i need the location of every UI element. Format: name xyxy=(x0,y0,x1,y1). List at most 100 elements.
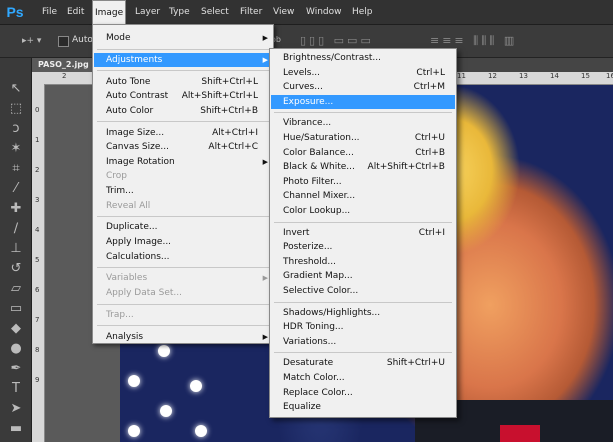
clone-stamp-icon[interactable]: ⊥ xyxy=(6,240,26,258)
healing-brush-icon[interactable]: ✚ xyxy=(6,200,26,218)
menu-separator xyxy=(274,352,452,354)
menu-image[interactable]: Image xyxy=(92,0,127,24)
type-icon[interactable]: T xyxy=(6,380,26,398)
menu-item-variables: Variables ▶ xyxy=(94,271,272,285)
menu-item-mode[interactable]: Mode ▶ xyxy=(94,31,272,45)
menu-item-vibrance[interactable]: Vibrance... xyxy=(271,116,455,130)
submenu-arrow-icon: ▶ xyxy=(262,55,268,64)
menu-item-label: Levels... xyxy=(283,67,321,78)
ruler-tick: 1 xyxy=(35,136,40,144)
history-brush-icon[interactable]: ↺ xyxy=(6,260,26,278)
ruler-tick: 16 xyxy=(606,72,613,80)
path-selection-icon[interactable]: ➤ xyxy=(6,400,26,418)
submenu-arrow-icon: ▶ xyxy=(262,274,268,283)
menu-item-black-white[interactable]: Black & White... Alt+Shift+Ctrl+B xyxy=(271,160,455,174)
marquee-icon[interactable]: ⬚ xyxy=(6,100,26,118)
menu-type[interactable]: Type xyxy=(167,0,192,24)
menu-item-label: Shadows/Highlights... xyxy=(283,307,381,318)
menu-item-label: Variables xyxy=(106,273,148,284)
document-tab[interactable]: PASO_2.jpg xyxy=(32,58,95,72)
auto-select-checkbox[interactable] xyxy=(58,36,69,47)
menu-item-label: Photo Filter... xyxy=(283,176,342,187)
menu-separator xyxy=(97,267,269,269)
menu-item-shortcut: Ctrl+U xyxy=(414,133,445,143)
menu-item-label: Channel Mixer... xyxy=(283,191,356,202)
align-icons[interactable]: ▯▯▯ ▭▭▭ xyxy=(300,34,374,47)
menu-item-label: Auto Contrast xyxy=(106,91,169,102)
move-icon[interactable]: ↖ xyxy=(6,80,26,98)
brush-icon[interactable]: ∕ xyxy=(6,220,26,238)
menu-item-variations[interactable]: Variations... xyxy=(271,335,455,349)
menu-item-apply-image[interactable]: Apply Image... xyxy=(94,235,272,249)
menu-view[interactable]: View xyxy=(271,0,296,24)
menu-item-color-balance[interactable]: Color Balance... Ctrl+B xyxy=(271,146,455,160)
menu-item-adjustments[interactable]: Adjustments ▶ xyxy=(94,52,272,67)
menu-item-equalize[interactable]: Equalize xyxy=(271,400,455,414)
menu-item-label: Calculations... xyxy=(106,251,170,262)
photoshop-logo[interactable]: Ps xyxy=(4,3,26,21)
gradient-icon[interactable]: ▭ xyxy=(6,300,26,318)
magic-wand-icon[interactable]: ✶ xyxy=(6,140,26,158)
menu-item-auto-contrast[interactable]: Auto Contrast Alt+Shift+Ctrl+L xyxy=(94,89,272,103)
menu-item-shadows-highlights[interactable]: Shadows/Highlights... xyxy=(271,306,455,320)
menu-item-exposure[interactable]: Exposure... xyxy=(271,94,455,109)
menu-help[interactable]: Help xyxy=(350,0,375,24)
menu-item-label: Color Balance... xyxy=(283,147,354,158)
menu-item-match-color[interactable]: Match Color... xyxy=(271,371,455,385)
blur-icon[interactable]: ◆ xyxy=(6,320,26,338)
eraser-icon[interactable]: ▱ xyxy=(6,280,26,298)
ruler-tick: 6 xyxy=(35,286,40,294)
menu-item-desaturate[interactable]: Desaturate Shift+Ctrl+U xyxy=(271,356,455,370)
menu-separator xyxy=(97,121,269,123)
pen-icon[interactable]: ✒ xyxy=(6,360,26,378)
submenu-arrow-icon: ▶ xyxy=(262,157,268,166)
menu-item-shortcut: Alt+Shift+Ctrl+L xyxy=(181,91,258,102)
eyedropper-icon[interactable]: ⁄ xyxy=(6,180,26,198)
lasso-icon[interactable]: ↄ xyxy=(6,120,26,138)
menu-item-curves[interactable]: Curves... Ctrl+M xyxy=(271,80,455,94)
menu-item-threshold[interactable]: Threshold... xyxy=(271,255,455,269)
menu-item-duplicate[interactable]: Duplicate... xyxy=(94,220,272,234)
menu-file[interactable]: File xyxy=(40,0,59,24)
dodge-icon[interactable]: ● xyxy=(6,340,26,358)
menu-window[interactable]: Window xyxy=(304,0,344,24)
rectangle-icon[interactable]: ▬ xyxy=(6,420,26,438)
menu-item-analysis[interactable]: Analysis ▶ xyxy=(94,330,272,344)
menu-item-invert[interactable]: Invert Ctrl+I xyxy=(271,226,455,240)
crop-icon[interactable]: ⌗ xyxy=(6,160,26,178)
menu-item-auto-color[interactable]: Auto Color Shift+Ctrl+B xyxy=(94,104,272,118)
menu-item-canvas-size[interactable]: Canvas Size... Alt+Ctrl+C xyxy=(94,140,272,154)
menu-item-replace-color[interactable]: Replace Color... xyxy=(271,386,455,400)
menu-edit[interactable]: Edit xyxy=(65,0,86,24)
menu-item-label: Color Lookup... xyxy=(283,206,351,216)
menu-filter[interactable]: Filter xyxy=(238,0,264,24)
ruler-tick: 11 xyxy=(457,72,466,80)
menu-item-hdr-toning[interactable]: HDR Toning... xyxy=(271,320,455,334)
menu-item-auto-tone[interactable]: Auto Tone Shift+Ctrl+L xyxy=(94,75,272,89)
menu-item-image-size[interactable]: Image Size... Alt+Ctrl+I xyxy=(94,126,272,140)
menu-item-posterize[interactable]: Posterize... xyxy=(271,240,455,254)
menu-item-image-rotation[interactable]: Image Rotation ▶ xyxy=(94,155,272,169)
menu-item-shortcut: Ctrl+M xyxy=(413,82,445,93)
move-tool-preset[interactable]: ▸+ ▾ xyxy=(22,36,41,46)
menu-item-gradient-map[interactable]: Gradient Map... xyxy=(271,269,455,283)
menu-item-photo-filter[interactable]: Photo Filter... xyxy=(271,175,455,189)
menu-layer[interactable]: Layer xyxy=(133,0,162,24)
menu-item-selective-color[interactable]: Selective Color... xyxy=(271,284,455,298)
distribute-icons[interactable]: ≡≡≡ ⫼⫼⫼ ▥ xyxy=(430,34,517,48)
menu-item-levels[interactable]: Levels... Ctrl+L xyxy=(271,66,455,80)
menu-item-trim[interactable]: Trim... xyxy=(94,184,272,198)
menu-item-brightness-contrast[interactable]: Brightness/Contrast... xyxy=(271,51,455,65)
menu-item-color-lookup[interactable]: Color Lookup... xyxy=(271,204,455,218)
menu-item-channel-mixer[interactable]: Channel Mixer... xyxy=(271,189,455,203)
menu-item-calculations[interactable]: Calculations... xyxy=(94,250,272,264)
menu-item-shortcut: Shift+Ctrl+U xyxy=(386,358,445,369)
menu-item-label: Variations... xyxy=(283,336,337,347)
menu-select[interactable]: Select xyxy=(199,0,231,24)
menu-item-label: Reveal All xyxy=(106,200,151,211)
menu-item-hue-saturation[interactable]: Hue/Saturation... Ctrl+U xyxy=(271,131,455,145)
menu-item-label: Posterize... xyxy=(283,242,333,253)
menu-separator xyxy=(97,216,269,218)
menu-item-shortcut: Alt+Shift+Ctrl+B xyxy=(367,162,445,173)
menu-item-label: Adjustments xyxy=(106,54,163,65)
